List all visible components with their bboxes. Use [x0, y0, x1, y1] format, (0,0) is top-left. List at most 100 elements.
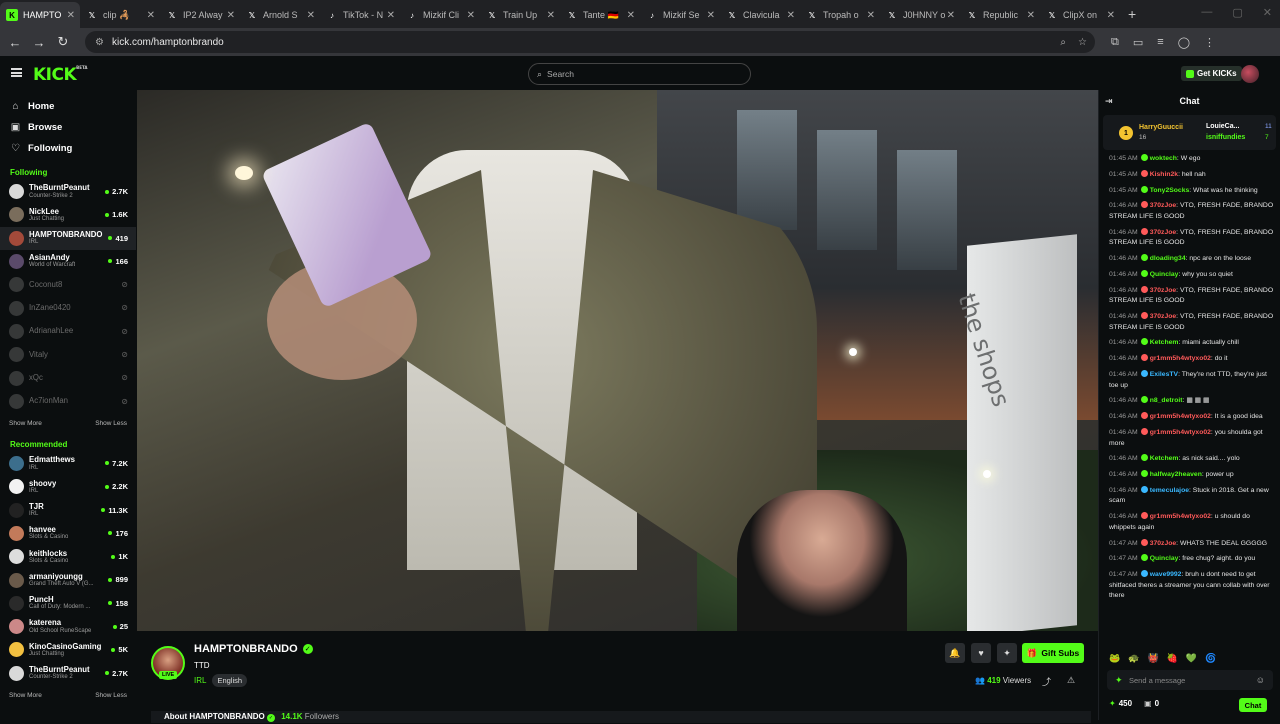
tab-close-icon[interactable]: ✕	[547, 10, 555, 21]
tab-close-icon[interactable]: ✕	[147, 10, 155, 21]
browser-tab[interactable]: 𝕏 Tante 🇩🇪 ✕	[560, 2, 640, 28]
message-username[interactable]: Ketchem	[1150, 455, 1179, 462]
message-username[interactable]: gr1mm5h4wtyxo02	[1150, 513, 1211, 520]
sidebar-nav-following[interactable]: ♡ Following	[0, 138, 136, 159]
tab-close-icon[interactable]: ✕	[387, 10, 395, 21]
message-username[interactable]: Ketchem	[1150, 339, 1179, 346]
emoji-picker-icon[interactable]: ☺	[1256, 675, 1265, 685]
browser-tab[interactable]: 𝕏 Arnold S ✕	[240, 2, 320, 28]
extensions-icon[interactable]: ⧉	[1111, 36, 1119, 49]
message-username[interactable]: 370zJoe	[1150, 287, 1176, 294]
profile-icon[interactable]: ◯	[1178, 36, 1190, 49]
recommended-show-less[interactable]: Show Less	[95, 692, 127, 699]
tab-close-icon[interactable]: ✕	[307, 10, 315, 21]
tab-close-icon[interactable]: ✕	[947, 10, 955, 21]
close-window-icon[interactable]: ✕	[1263, 6, 1272, 19]
message-username[interactable]: dloading34	[1150, 255, 1186, 262]
minimize-icon[interactable]: —	[1201, 6, 1212, 19]
message-username[interactable]: Kishin2k	[1150, 171, 1178, 178]
message-username[interactable]: woktech	[1150, 155, 1177, 162]
leaderboard-user-3[interactable]: isniffundies	[1206, 134, 1245, 141]
message-username[interactable]: n8_detroit	[1150, 397, 1183, 404]
collapse-chat-icon[interactable]: ⇥	[1105, 96, 1113, 107]
browser-tab[interactable]: K HAMPTO ✕	[0, 2, 80, 28]
message-username[interactable]: gr1mm5h4wtyxo02	[1150, 413, 1211, 420]
report-icon[interactable]: ⚠	[1067, 675, 1075, 686]
sidebar-channel[interactable]: NickLee Just Chatting 1.6K	[0, 203, 136, 226]
emote-icon[interactable]: 💚	[1186, 653, 1197, 664]
sidebar-channel[interactable]: KinoCasinoGaming Just Chatting 5K	[0, 638, 136, 661]
tab-close-icon[interactable]: ✕	[1107, 10, 1115, 21]
browser-tab[interactable]: 𝕏clip 🦂 ✕	[80, 2, 160, 28]
recommended-show-more[interactable]: Show More	[9, 692, 42, 699]
message-username[interactable]: 370zJoe	[1150, 313, 1176, 320]
back-icon[interactable]: ←	[3, 35, 27, 50]
message-username[interactable]: temeculajoe	[1150, 487, 1189, 494]
leaderboard-user-1[interactable]: HarryGuuccii	[1139, 124, 1183, 131]
sidebar-channel[interactable]: PuncH Call of Duty: Modern ... 158	[0, 592, 136, 615]
message-username[interactable]: 370zJoe	[1150, 229, 1176, 236]
user-avatar[interactable]	[1241, 65, 1259, 83]
tab-close-icon[interactable]: ✕	[867, 10, 875, 21]
new-tab-button[interactable]: +	[1128, 6, 1136, 22]
emote-icon[interactable]: 🍓	[1167, 653, 1178, 664]
emote-icon[interactable]: 👹	[1147, 653, 1158, 664]
chat-sparkle-icon[interactable]: ✦	[1115, 675, 1123, 686]
emote-icon[interactable]: 🐢	[1128, 653, 1139, 664]
get-kicks-button[interactable]: Get KICKs	[1181, 66, 1242, 81]
sidebar-nav-home[interactable]: ⌂ Home	[0, 96, 136, 117]
browser-tab[interactable]: ♪ Mizkif Se ✕	[640, 2, 720, 28]
category-link[interactable]: IRL	[194, 676, 206, 685]
sidebar-channel[interactable]: Coconut8 ⊘	[0, 273, 136, 296]
browser-tab[interactable]: ♪ Mizkif Cli ✕	[400, 2, 480, 28]
channel-name[interactable]: HAMPTONBRANDO	[194, 643, 298, 655]
forward-icon[interactable]: →	[27, 35, 51, 50]
message-username[interactable]: Quinclay	[1150, 555, 1179, 562]
message-username[interactable]: ExilesTV	[1150, 371, 1178, 378]
emote-icon[interactable]: 🐸	[1109, 653, 1120, 664]
chat-message-input[interactable]: ✦ Send a message ☺	[1107, 670, 1273, 690]
language-tag[interactable]: English	[212, 674, 248, 687]
bookmark-star-icon[interactable]: ☆	[1078, 37, 1087, 48]
tab-close-icon[interactable]: ✕	[227, 10, 235, 21]
sidebar-channel[interactable]: hanvee Slots & Casino 176	[0, 522, 136, 545]
maximize-icon[interactable]: ▢	[1232, 6, 1242, 19]
sidebar-channel[interactable]: AdrianahLee ⊘	[0, 320, 136, 343]
tab-close-icon[interactable]: ✕	[467, 10, 475, 21]
emote-icon[interactable]: 🌀	[1205, 653, 1216, 664]
chat-send-button[interactable]: Chat	[1239, 698, 1267, 712]
tab-close-icon[interactable]: ✕	[67, 10, 75, 21]
share-icon[interactable]: ⤴	[1042, 675, 1051, 688]
follow-heart-icon[interactable]: ♥	[971, 643, 991, 663]
media-icon[interactable]: ≡	[1157, 36, 1163, 49]
tab-close-icon[interactable]: ✕	[707, 10, 715, 21]
sidebar-channel[interactable]: xQc ⊘	[0, 366, 136, 389]
message-username[interactable]: wave9992	[1150, 571, 1182, 578]
gift-subs-button[interactable]: 🎁 Gift Subs	[1022, 643, 1084, 663]
message-username[interactable]: gr1mm5h4wtyxo02	[1150, 355, 1211, 362]
sidebar-channel[interactable]: TheBurntPeanut Counter-Strike 2 2.7K	[0, 180, 136, 203]
browser-tab[interactable]: 𝕏 ClipX on ✕	[1040, 2, 1120, 28]
sidebar-channel[interactable]: shoovy IRL 2.2K	[0, 475, 136, 498]
message-username[interactable]: gr1mm5h4wtyxo02	[1150, 429, 1211, 436]
message-username[interactable]: halfway2heaven	[1150, 471, 1202, 478]
sidebar-channel[interactable]: AsianAndy World of Warcraft 166	[0, 250, 136, 273]
sidebar-channel[interactable]: TheBurntPeanut Counter-Strike 2 2.7K	[0, 662, 136, 685]
site-info-icon[interactable]: ⚙	[95, 37, 104, 48]
message-username[interactable]: Quinclay	[1150, 271, 1179, 278]
search-input[interactable]: ⌕ Search	[528, 63, 751, 85]
tab-close-icon[interactable]: ✕	[787, 10, 795, 21]
zoom-icon[interactable]: ⌕	[1060, 37, 1066, 48]
following-show-less[interactable]: Show Less	[95, 420, 127, 427]
video-player[interactable]: the shops	[137, 90, 1098, 631]
menu-toggle-icon[interactable]	[11, 68, 22, 77]
sidebar-channel[interactable]: katerena Old School RuneScape 25	[0, 615, 136, 638]
message-username[interactable]: 370zJoe	[1150, 202, 1176, 209]
leaderboard-user-2[interactable]: LouieCa...	[1206, 123, 1239, 130]
sidebar-channel[interactable]: HAMPTONBRANDO IRL 419	[0, 226, 136, 250]
browser-tab[interactable]: 𝕏 Tropah o ✕	[800, 2, 880, 28]
sidebar-channel[interactable]: InZane0420 ⊘	[0, 296, 136, 319]
browser-tab[interactable]: 𝕏 Republic ✕	[960, 2, 1040, 28]
cast-icon[interactable]: ▭	[1133, 36, 1143, 49]
browser-tab[interactable]: 𝕏 J0HNNY o ✕	[880, 2, 960, 28]
